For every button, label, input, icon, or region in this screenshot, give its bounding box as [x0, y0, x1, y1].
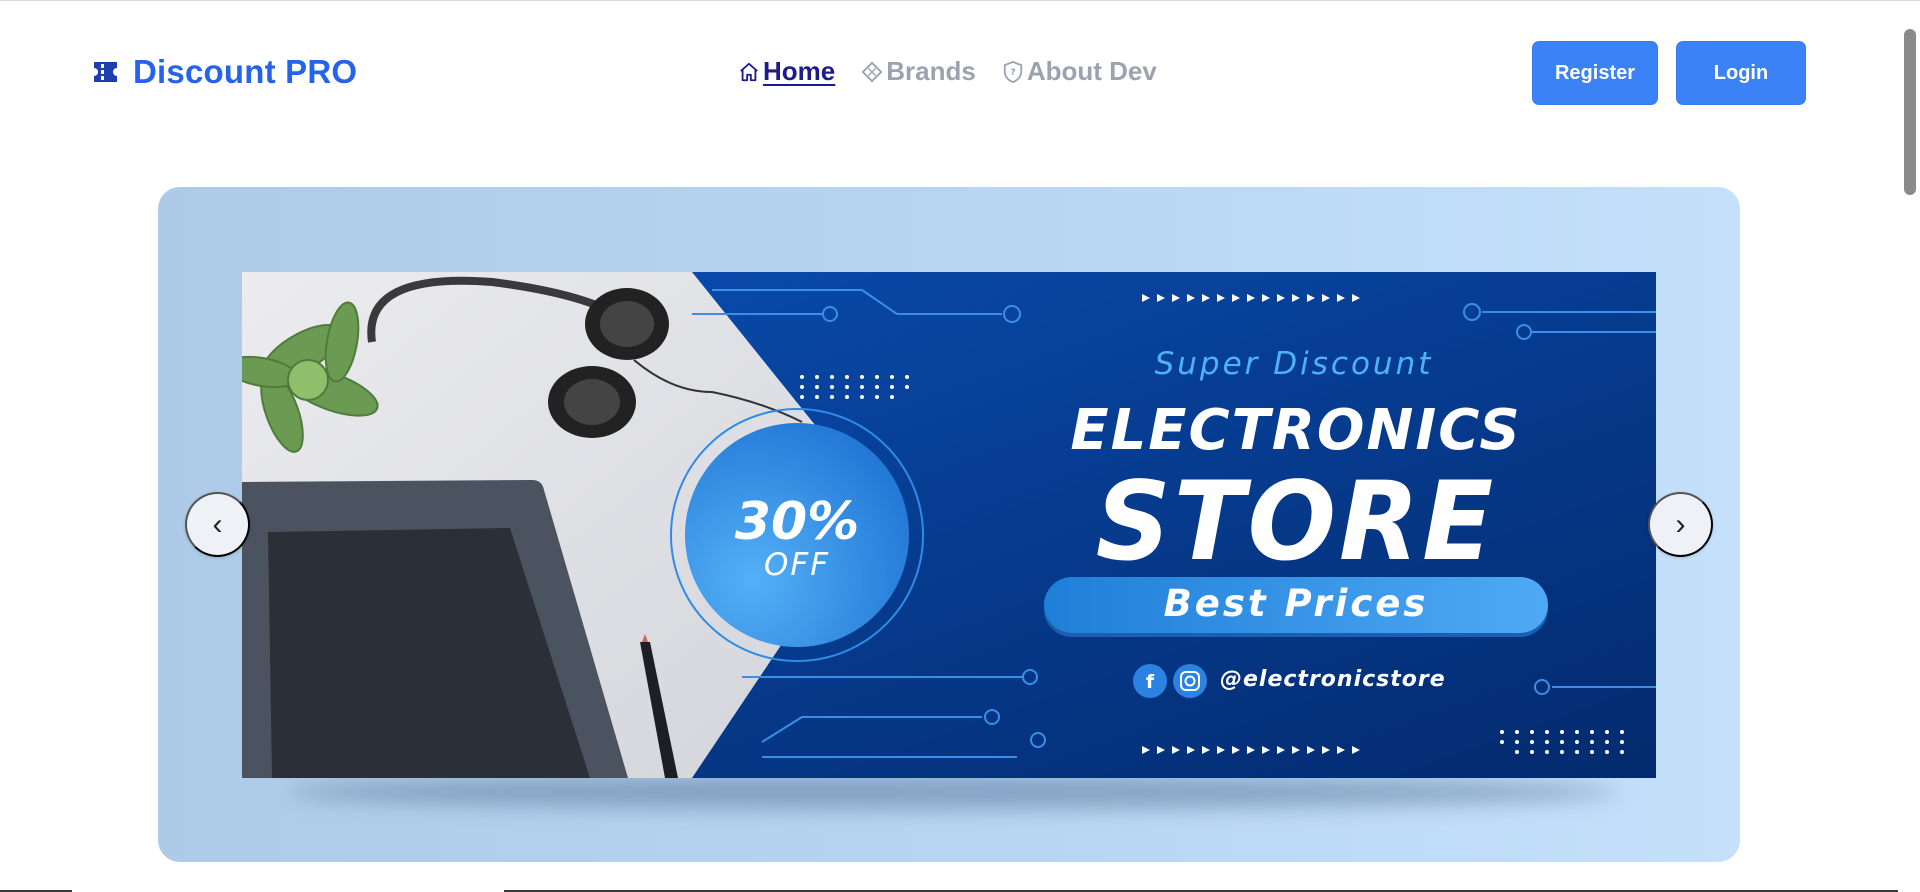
nav-home-label: Home	[763, 56, 836, 86]
svg-text:?: ?	[1010, 67, 1015, 78]
page: Discount PRO Home Brands ? About Dev Reg…	[0, 0, 1920, 892]
instagram-icon	[1173, 664, 1207, 698]
scrollbar-thumb[interactable]	[1904, 29, 1916, 195]
brand-name: Discount PRO	[133, 53, 358, 90]
nav-brands-label: Brands	[886, 56, 976, 86]
banner-super-discount: Super Discount	[1154, 346, 1434, 382]
logo[interactable]: Discount PRO	[92, 53, 357, 91]
banner-discount-percent: 30%	[734, 492, 860, 552]
nav-about-dev-label: About Dev	[1026, 56, 1157, 86]
banner-social-handle: @electronicstore	[1220, 667, 1446, 692]
facebook-icon	[1133, 664, 1167, 698]
banner-headline-electronics: ELECTRONICS	[1070, 398, 1522, 463]
promo-banner[interactable]: f Super Discount ELECTRONICS STORE Best …	[242, 272, 1656, 778]
ticket-icon	[92, 59, 119, 85]
carousel-next-button[interactable]: ›	[1648, 492, 1713, 557]
shield-icon: ?	[1002, 60, 1024, 84]
home-icon	[738, 61, 760, 83]
nav-about-dev[interactable]: ? About Dev	[1002, 56, 1157, 87]
diamond-icon	[861, 61, 883, 83]
nav-brands[interactable]: Brands	[861, 56, 976, 87]
banner-headline-store: STORE	[1095, 456, 1497, 586]
banner-tagline: Best Prices	[1044, 577, 1548, 633]
login-button[interactable]: Login	[1676, 41, 1806, 105]
banner-shadow	[288, 775, 1618, 809]
carousel-prev-button[interactable]: ‹	[185, 492, 250, 557]
banner-discount-off: OFF	[763, 547, 831, 583]
register-button[interactable]: Register	[1532, 41, 1658, 105]
hero-carousel: f Super Discount ELECTRONICS STORE Best …	[158, 187, 1740, 862]
nav-home[interactable]: Home	[738, 56, 835, 87]
main-nav: Home Brands ? About Dev	[738, 56, 1157, 87]
page-scrollbar[interactable]	[1900, 1, 1920, 892]
